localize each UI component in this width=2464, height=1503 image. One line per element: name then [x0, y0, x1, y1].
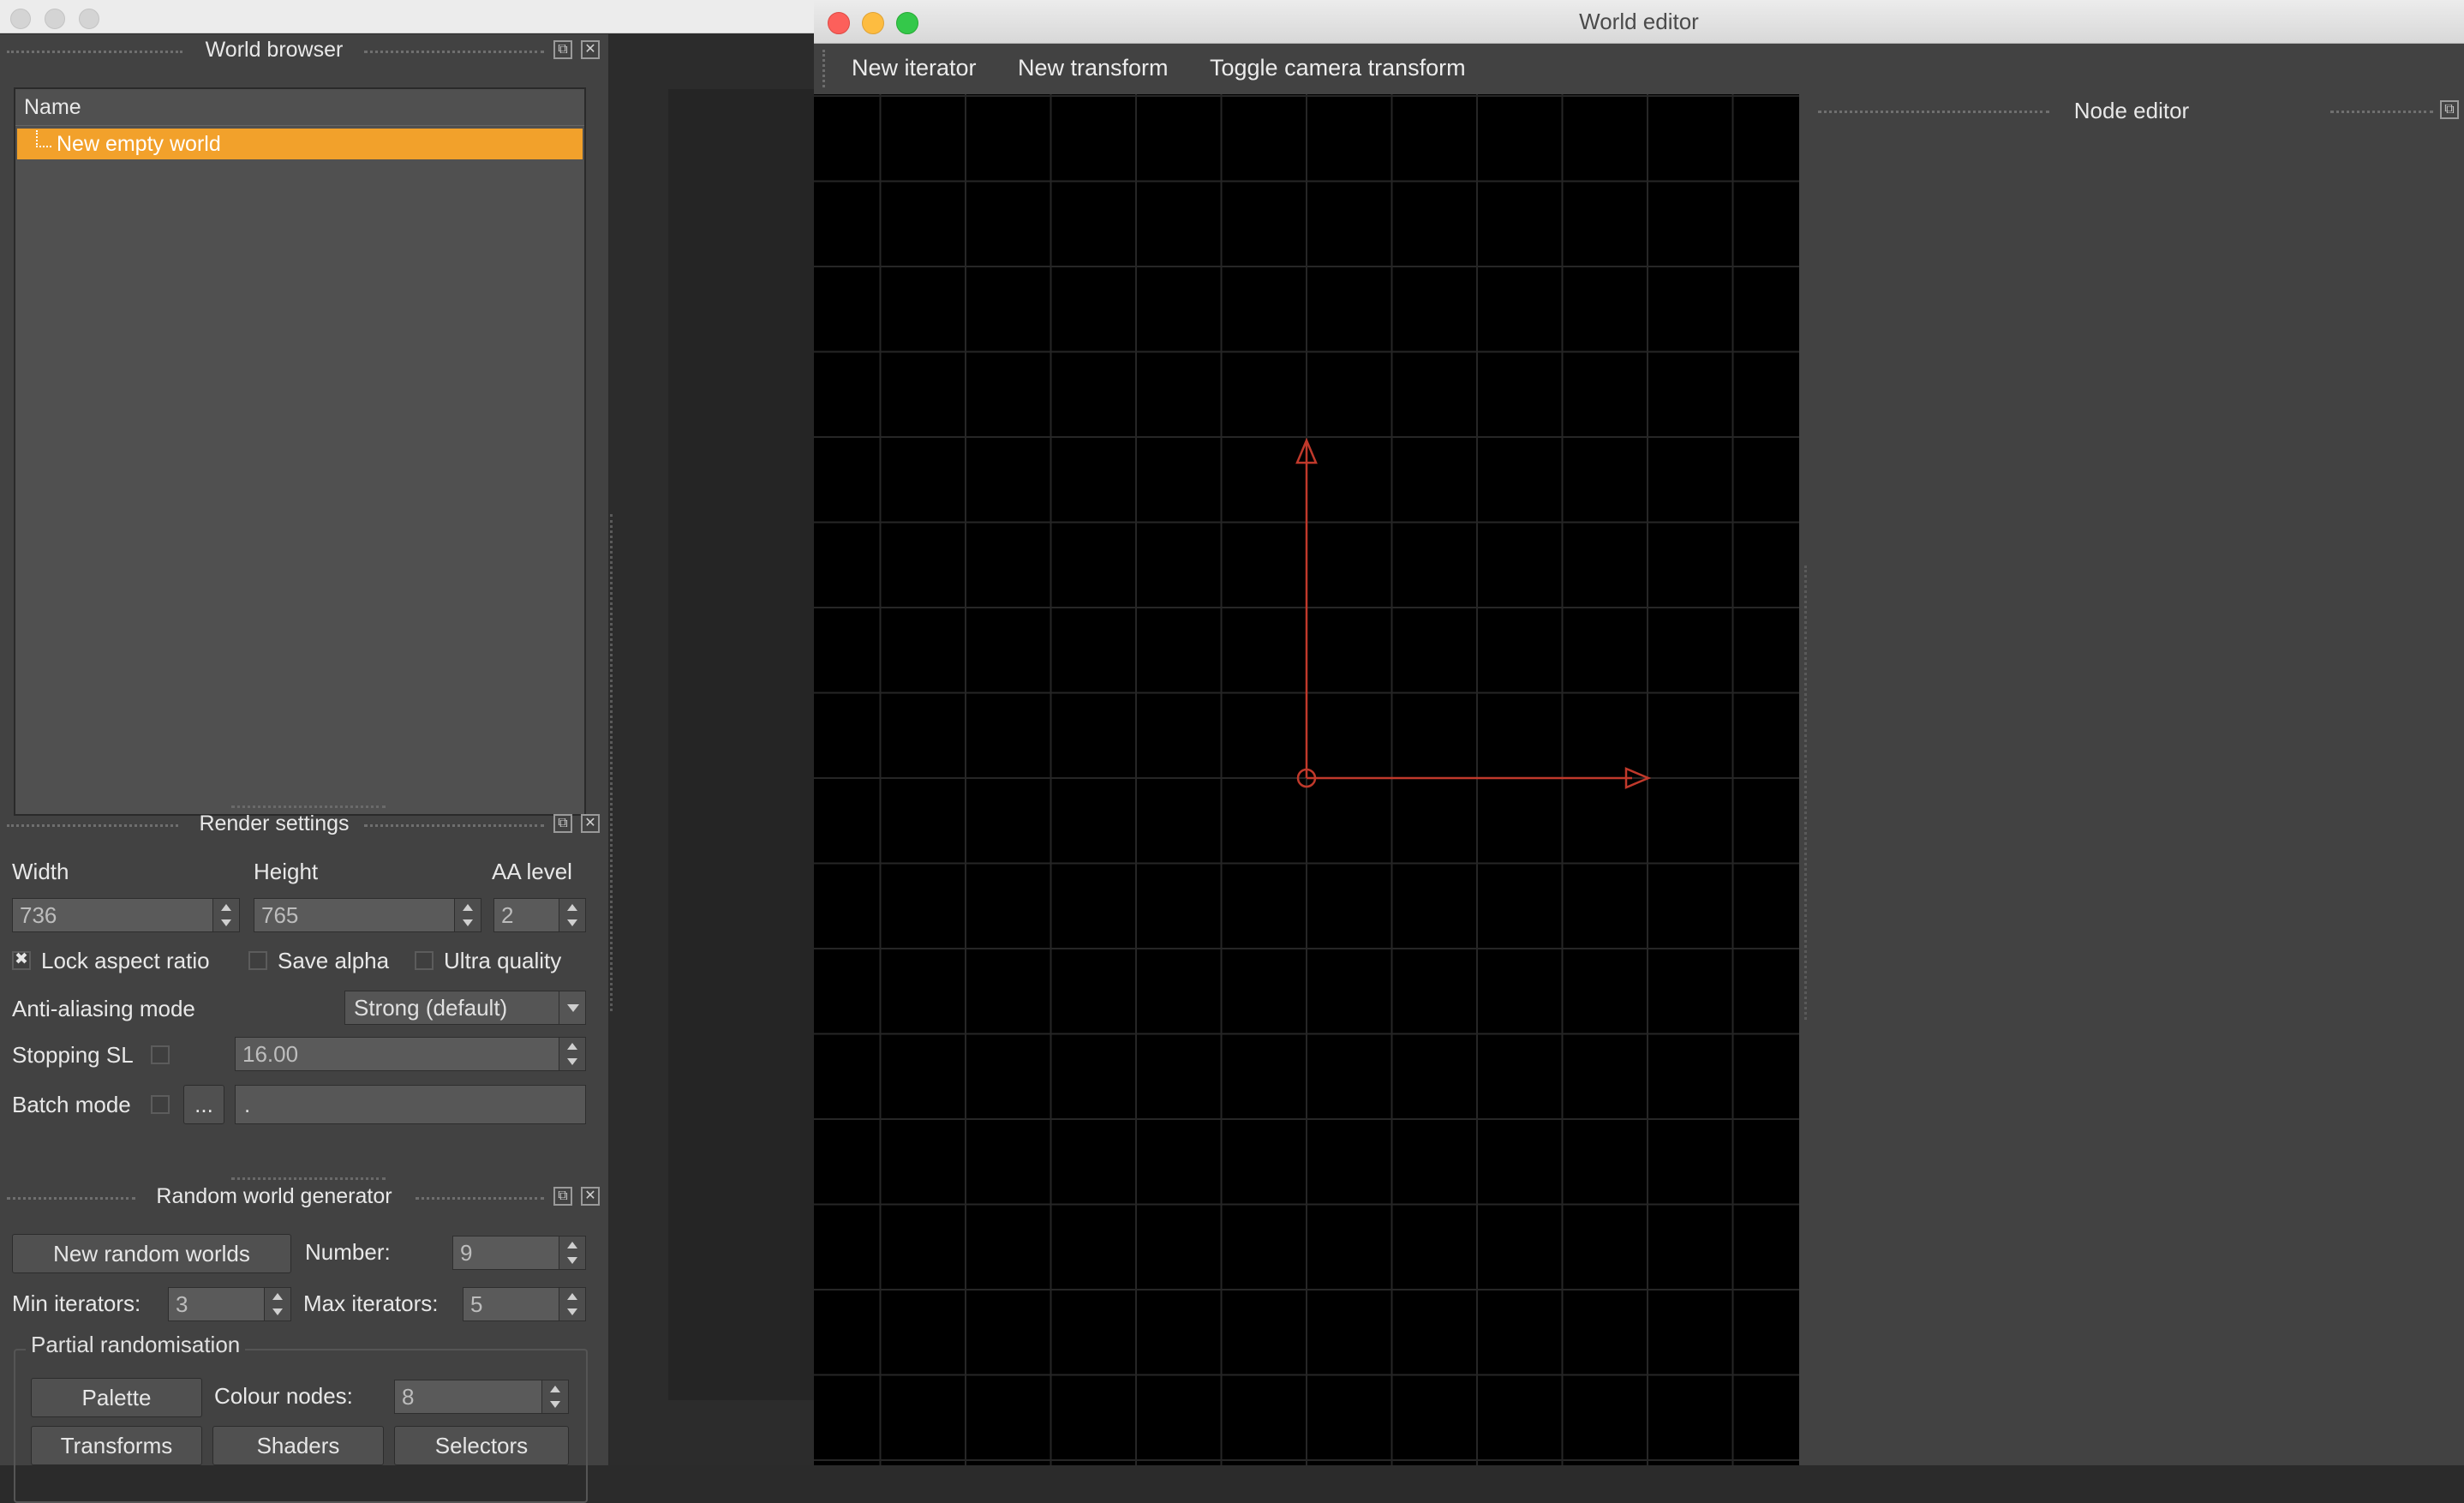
max-iterators-spinbox[interactable]: 5 [463, 1287, 586, 1321]
new-transform-button[interactable]: New transform [1018, 55, 1169, 81]
aa-mode-combobox[interactable]: Strong (default) [344, 991, 586, 1025]
selectors-button[interactable]: Selectors [394, 1426, 569, 1465]
close-dock-icon[interactable]: ✕ [581, 1187, 600, 1206]
toolbar-handle[interactable] [822, 50, 830, 87]
colour-nodes-value: 8 [402, 1384, 415, 1410]
max-iterators-label: Max iterators: [303, 1290, 439, 1316]
lock-aspect-label: Lock aspect ratio [41, 948, 210, 973]
shaders-button[interactable]: Shaders [212, 1426, 384, 1465]
aa-level-value: 2 [501, 902, 514, 928]
new-iterator-button[interactable]: New iterator [852, 55, 977, 81]
transform-gizmo[interactable] [1295, 437, 1652, 789]
aa-level-spinbox[interactable]: 2 [493, 898, 586, 932]
grid-lines [814, 94, 1799, 1465]
spin-arrows-icon[interactable] [559, 1237, 585, 1269]
tree-branch-icon [36, 130, 51, 147]
float-dock-icon[interactable]: ⧉ [553, 814, 572, 833]
tree-column-header[interactable]: Name [15, 89, 584, 126]
min-iterators-spinbox[interactable]: 3 [168, 1287, 291, 1321]
batch-mode-label: Batch mode [12, 1092, 131, 1117]
colour-nodes-label: Colour nodes: [214, 1383, 353, 1409]
height-spinbox[interactable]: 765 [254, 898, 481, 932]
stopping-sl-checkbox[interactable] [151, 1045, 170, 1064]
partial-randomisation-label: Partial randomisation [26, 1332, 246, 1358]
float-dock-icon[interactable]: ⧉ [2440, 100, 2459, 119]
world-editor-titlebar[interactable]: World editor [814, 0, 2464, 44]
transforms-button[interactable]: Transforms [31, 1426, 202, 1465]
stopping-sl-label: Stopping SL [12, 1042, 134, 1068]
node-editor-splitter[interactable] [1804, 566, 1807, 1020]
tree-item-label: New empty world [57, 132, 221, 156]
stopping-sl-spinbox[interactable]: 16.00 [235, 1037, 586, 1071]
chevron-down-icon[interactable] [559, 991, 585, 1024]
batch-mode-checkbox[interactable] [151, 1095, 170, 1114]
node-editor-titlebar[interactable]: Node editor ⧉ [1799, 94, 2464, 129]
world-editor-window: World editor New iterator New transform … [814, 0, 2464, 1465]
palette-button[interactable]: Palette [31, 1378, 202, 1417]
number-value: 9 [460, 1240, 473, 1266]
random-generator-titlebar[interactable]: Random world generator ⧉ ✕ [0, 1181, 608, 1215]
width-label: Width [12, 859, 69, 884]
save-alpha-checkbox[interactable] [248, 951, 267, 970]
spin-arrows-icon[interactable] [264, 1288, 290, 1320]
close-window-button[interactable] [10, 9, 31, 29]
editor-viewport[interactable] [814, 94, 1799, 1465]
left-dock-area: World browser ⧉ ✕ Name New empty world R… [0, 34, 608, 1503]
world-tree[interactable]: Name New empty world [14, 87, 586, 816]
spin-arrows-icon[interactable] [454, 899, 481, 931]
world-browser-titlebar[interactable]: World browser ⧉ ✕ [0, 34, 608, 69]
spin-arrows-icon[interactable] [559, 1038, 585, 1070]
float-dock-icon[interactable]: ⧉ [553, 40, 572, 59]
spin-arrows-icon[interactable] [541, 1380, 568, 1413]
ultra-quality-label: Ultra quality [444, 948, 562, 973]
colour-nodes-spinbox[interactable]: 8 [394, 1380, 569, 1414]
render-settings-titlebar[interactable]: Render settings ⧉ ✕ [0, 808, 608, 842]
height-value: 765 [261, 902, 299, 928]
central-viewport-background [668, 89, 816, 1400]
spin-arrows-icon[interactable] [212, 899, 239, 931]
height-label: Height [254, 859, 319, 884]
viewport-canvas[interactable] [814, 94, 1799, 1465]
width-value: 736 [20, 902, 57, 928]
aa-level-label: AA level [492, 859, 572, 884]
lock-aspect-checkbox[interactable] [12, 949, 31, 970]
save-alpha-label: Save alpha [278, 948, 390, 973]
float-dock-icon[interactable]: ⧉ [553, 1187, 572, 1206]
min-iterators-value: 3 [176, 1291, 188, 1317]
browse-button[interactable]: ... [183, 1085, 224, 1124]
stopping-sl-value: 16.00 [242, 1041, 299, 1067]
max-iterators-value: 5 [470, 1291, 483, 1317]
dock-splitter[interactable] [231, 1177, 386, 1180]
tree-item-selected[interactable]: New empty world [17, 129, 583, 159]
width-spinbox[interactable]: 736 [12, 898, 240, 932]
spin-arrows-icon[interactable] [559, 899, 585, 931]
aa-mode-value: Strong (default) [354, 995, 508, 1021]
number-label: Number: [305, 1239, 391, 1265]
close-dock-icon[interactable]: ✕ [581, 814, 600, 833]
min-iterators-label: Min iterators: [12, 1290, 141, 1316]
ultra-quality-checkbox[interactable] [415, 951, 434, 970]
aa-mode-label: Anti-aliasing mode [12, 996, 195, 1021]
new-random-worlds-button[interactable]: New random worlds [12, 1234, 291, 1273]
editor-toolbar: New iterator New transform Toggle camera… [814, 45, 2464, 93]
close-dock-icon[interactable]: ✕ [581, 40, 600, 59]
toggle-camera-transform-button[interactable]: Toggle camera transform [1210, 55, 1466, 81]
minimize-window-button[interactable] [45, 9, 65, 29]
spin-arrows-icon[interactable] [559, 1288, 585, 1320]
world-editor-title: World editor [1579, 9, 1699, 34]
batch-path-field[interactable]: . [235, 1085, 586, 1124]
zoom-window-button[interactable] [79, 9, 99, 29]
vertical-splitter[interactable] [610, 514, 613, 1011]
number-spinbox[interactable]: 9 [452, 1236, 586, 1270]
